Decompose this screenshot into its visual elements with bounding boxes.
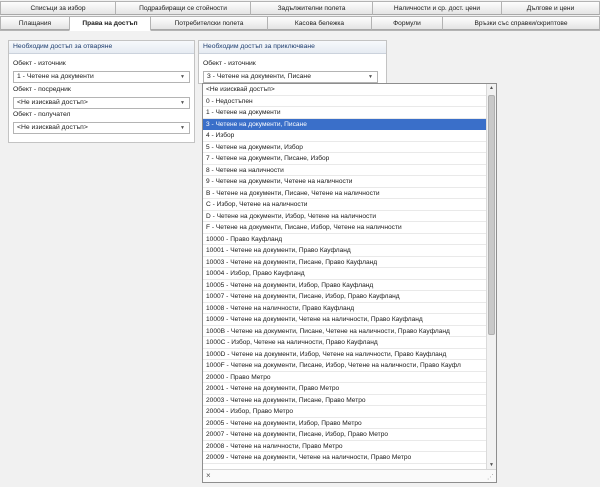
access-dropdown-popup: <Не изисквай достъп> 0 - Недостъпен 1 - Че… bbox=[202, 83, 497, 483]
list-item[interactable]: 20005 - Четене на документи, Избор, Прав… bbox=[203, 418, 487, 429]
open-access-header: Необходим достъп за отваряне bbox=[9, 41, 194, 54]
accept-source-value: 3 - Четене на документи, Писане bbox=[207, 73, 311, 80]
tab-cash-receipt[interactable]: Касова бележка bbox=[267, 16, 372, 30]
list-item[interactable]: 10003 - Четене на документи, Писане, Пра… bbox=[203, 257, 487, 268]
list-item[interactable]: 10007 - Четене на документи, Писане, Изб… bbox=[203, 291, 487, 303]
list-item[interactable]: 20007 - Четене на документи, Писане, Изб… bbox=[203, 429, 487, 441]
tab-default-values[interactable]: Подразбиращи се стойности bbox=[115, 1, 251, 15]
tab-required-fields[interactable]: Задължителни полета bbox=[250, 1, 373, 15]
list-item[interactable]: 1000C - Избор, Четене на наличности, Пра… bbox=[203, 337, 487, 349]
chevron-down-icon: ▼ bbox=[180, 125, 185, 131]
list-item[interactable]: 1000B - Четене на документи, Писане, Чет… bbox=[203, 326, 487, 337]
list-item[interactable]: 9 - Четене на документи, Четене на налич… bbox=[203, 176, 487, 188]
accept-access-group: Необходим достъп за приключване Обект - … bbox=[198, 40, 387, 84]
list-item[interactable]: C - Избор, Четене на наличности bbox=[203, 199, 487, 211]
list-item[interactable]: 10000 - Право Кауфланд bbox=[203, 234, 487, 245]
list-item[interactable]: 8 - Четене на наличности bbox=[203, 165, 487, 176]
close-icon[interactable]: × bbox=[206, 470, 211, 482]
list-item[interactable]: 10004 - Избор, Право Кауфланд bbox=[203, 268, 487, 280]
tab-access-rights[interactable]: Права на достъп bbox=[69, 16, 151, 31]
list-item[interactable]: 7 - Четене на документи, Писане, Избор bbox=[203, 153, 487, 165]
accept-source-combo[interactable]: 3 - Четене на документи, Писане ▼ bbox=[203, 71, 378, 83]
list-item[interactable]: <Не изисквай достъп> bbox=[203, 84, 487, 96]
vertical-scrollbar[interactable]: ▲ ▼ bbox=[486, 84, 496, 470]
list-item[interactable]: 1000F - Четене на документи, Писане, Изб… bbox=[203, 360, 487, 372]
tab-formulas[interactable]: Формули bbox=[371, 16, 443, 30]
open-source-combo[interactable]: 1 - Четене на документи ▼ bbox=[13, 71, 190, 83]
tab-payments[interactable]: Плащания bbox=[0, 16, 70, 30]
list-item[interactable]: 10001 - Четене на документи, Право Кауфл… bbox=[203, 245, 487, 257]
resize-grip-icon[interactable]: ⋰ bbox=[487, 473, 494, 481]
tab-user-fields[interactable]: Потребителски полета bbox=[150, 16, 268, 30]
tab-selection-lists[interactable]: Списъци за избор bbox=[0, 1, 116, 15]
list-item[interactable]: 20004 - Избор, Право Метро bbox=[203, 406, 487, 418]
list-item[interactable]: 10008 - Четене на наличности, Право Кауф… bbox=[203, 303, 487, 314]
list-item[interactable]: 10009 - Четене на документи, Четене на н… bbox=[203, 314, 487, 326]
tab-stock-avg-prices[interactable]: Наличности и ср. дост. цени bbox=[372, 1, 502, 15]
open-source-label: Обект - източник bbox=[13, 60, 66, 67]
list-item[interactable]: 1 - Четене на документи bbox=[203, 107, 487, 119]
list-item[interactable]: 20009 - Четене на документи, Четене на н… bbox=[203, 452, 487, 464]
open-intermediary-combo[interactable]: <Не изисквай достъп> ▼ bbox=[13, 97, 190, 109]
open-intermediary-label: Обект - посредник bbox=[13, 86, 71, 93]
scrollbar-thumb[interactable] bbox=[488, 95, 495, 335]
list-item[interactable]: 20001 - Четене на документи, Право Метро bbox=[203, 383, 487, 395]
tab-row-bottom: Плащания Права на достъп Потребителски п… bbox=[0, 16, 600, 31]
list-item[interactable]: 5 - Четене на документи, Избор bbox=[203, 142, 487, 153]
open-access-group: Необходим достъп за отваряне Обект - изт… bbox=[8, 40, 195, 143]
list-item[interactable]: B - Четене на документи, Писане, Четене … bbox=[203, 188, 487, 199]
tab-row-top: Списъци за избор Подразбиращи се стойнос… bbox=[0, 1, 600, 15]
accept-access-header: Необходим достъп за приключване bbox=[199, 41, 386, 54]
list-item[interactable]: 20000 - Право Метро bbox=[203, 372, 487, 383]
list-item[interactable]: 3 - Четене на документи, Писане bbox=[203, 118, 487, 130]
accept-source-label: Обект - източник bbox=[203, 60, 256, 67]
dropdown-footer: × ⋰ bbox=[203, 469, 496, 482]
open-receiver-value: <Не изисквай достъп> bbox=[17, 124, 88, 131]
open-receiver-combo[interactable]: <Не изисквай достъп> ▼ bbox=[13, 122, 190, 134]
list-item[interactable]: 1000D - Четене на документи, Избор, Чете… bbox=[203, 349, 487, 360]
list-item[interactable]: F - Четене на документи, Писане, Избор, … bbox=[203, 222, 487, 234]
list-item[interactable]: 10005 - Четене на документи, Избор, Прав… bbox=[203, 280, 487, 291]
tab-report-links[interactable]: Връзки със справки/скриптове bbox=[442, 16, 600, 30]
list-item[interactable]: 20008 - Четене на наличности, Право Метр… bbox=[203, 441, 487, 452]
list-item[interactable]: 4 - Избор bbox=[203, 130, 487, 142]
list-item[interactable]: 0 - Недостъпен bbox=[203, 96, 487, 107]
tab-debts-prices[interactable]: Дългове и цени bbox=[501, 1, 600, 15]
open-intermediary-value: <Не изисквай достъп> bbox=[17, 99, 88, 106]
list-item[interactable]: 20003 - Четене на документи, Писане, Пра… bbox=[203, 395, 487, 406]
chevron-down-icon: ▼ bbox=[180, 74, 185, 80]
chevron-down-icon: ▼ bbox=[180, 100, 185, 106]
list-item[interactable]: D - Четене на документи, Избор, Четене н… bbox=[203, 211, 487, 222]
access-option-list: <Не изисквай достъп> 0 - Недостъпен 1 - Че… bbox=[203, 84, 487, 470]
chevron-down-icon: ▼ bbox=[368, 74, 373, 80]
scroll-up-icon[interactable]: ▲ bbox=[487, 84, 496, 93]
open-receiver-label: Обект - получател bbox=[13, 111, 71, 118]
open-source-value: 1 - Четене на документи bbox=[17, 73, 94, 80]
